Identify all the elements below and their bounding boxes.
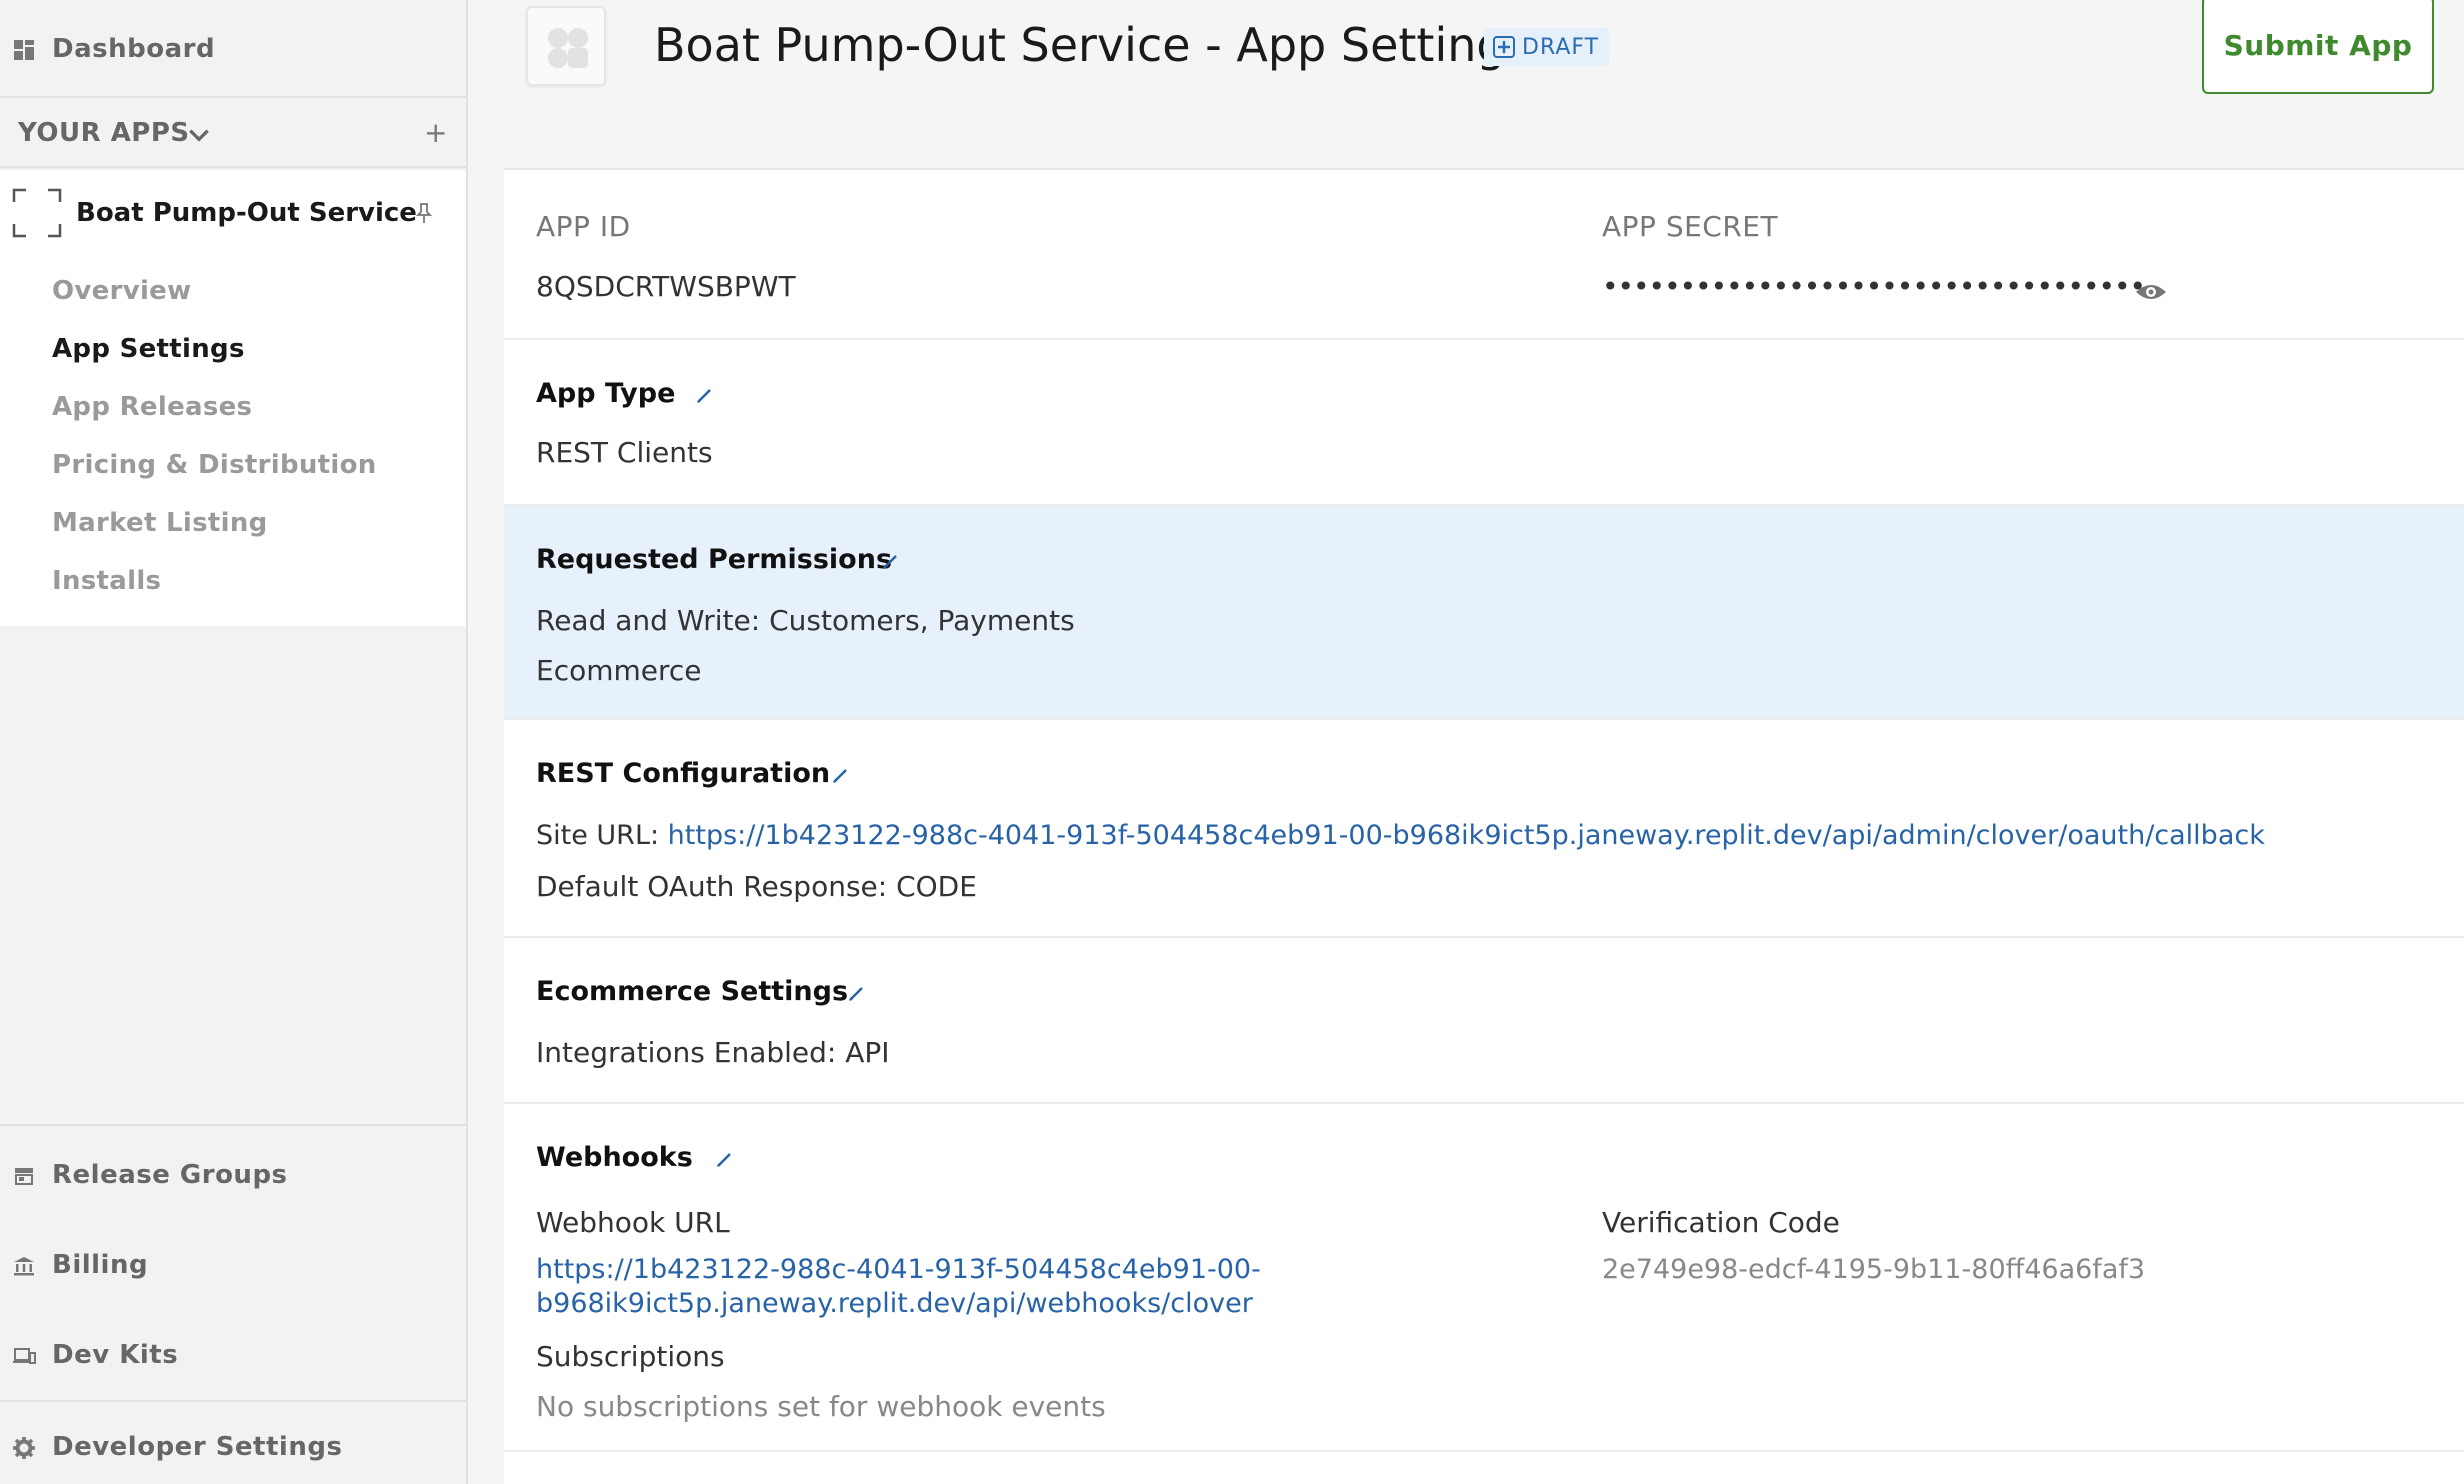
- edit-icon[interactable]: [714, 1148, 736, 1170]
- submit-app-button[interactable]: Submit App: [2202, 0, 2434, 94]
- app-id-label: APP ID: [536, 210, 631, 243]
- app-type-section: App Type REST Clients: [504, 340, 2464, 506]
- app-logo-icon: [548, 28, 588, 68]
- page-header: Boat Pump-Out Service - App Settings DRA…: [504, 0, 2464, 168]
- webhook-url-link-line-1[interactable]: https://1b423122-988c-4041-913f-504458c4…: [536, 1254, 1261, 1285]
- sidebar-item-pricing-distribution[interactable]: Pricing & Distribution: [52, 450, 377, 480]
- draft-plus-icon: [1493, 36, 1515, 58]
- sidebar: Dashboard YOUR APPS + Boat Pump-Out Serv…: [0, 0, 468, 1484]
- sidebar-item-label: Developer Settings: [52, 1432, 343, 1462]
- webhooks-title: Webhooks: [536, 1142, 693, 1173]
- site-url-link[interactable]: https://1b423122-988c-4041-913f-504458c4…: [668, 820, 2265, 851]
- permissions-section: Requested Permissions Read and Write: Cu…: [504, 506, 2464, 720]
- permissions-line-1: Read and Write: Customers, Payments: [536, 604, 1075, 637]
- edit-icon[interactable]: [694, 384, 716, 406]
- page-title: Boat Pump-Out Service - App Settings: [654, 18, 1530, 72]
- sidebar-item-label: Dashboard: [52, 34, 216, 64]
- rest-config-section: REST Configuration Site URL: https://1b4…: [504, 720, 2464, 938]
- app-type-title: App Type: [536, 378, 676, 409]
- sidebar-item-overview[interactable]: Overview: [52, 276, 191, 306]
- site-url-row: Site URL: https://1b423122-988c-4041-913…: [536, 820, 2265, 851]
- settings-card: APP ID 8QSDCRTWSBPWT APP SECRET ••••••••…: [504, 168, 2464, 1484]
- sidebar-item-market-listing[interactable]: Market Listing: [52, 508, 268, 538]
- devices-icon: [13, 1348, 36, 1364]
- app-secret-value: •••••••••••••••••••••••••••••••••••: [1602, 270, 2146, 303]
- sidebar-item-app-settings[interactable]: App Settings: [52, 334, 245, 364]
- permissions-line-2: Ecommerce: [536, 654, 702, 687]
- app-secret-label: APP SECRET: [1602, 210, 1779, 243]
- sidebar-item-label: Release Groups: [52, 1160, 288, 1190]
- app-panel: Boat Pump-Out Service Overview App Setti…: [0, 170, 466, 626]
- sidebar-app-name[interactable]: Boat Pump-Out Service: [76, 198, 417, 228]
- sidebar-item-billing[interactable]: Billing: [0, 1230, 466, 1300]
- sidebar-item-label: Dev Kits: [52, 1340, 179, 1370]
- ecommerce-section: Ecommerce Settings Integrations Enabled:…: [504, 938, 2464, 1104]
- add-app-button[interactable]: +: [424, 116, 447, 149]
- page: Dashboard YOUR APPS + Boat Pump-Out Serv…: [0, 0, 2464, 1484]
- webhooks-section: Webhooks Webhook URL https://1b423122-98…: [504, 1104, 2464, 1452]
- sidebar-divider: [0, 1400, 466, 1402]
- draft-badge-label: DRAFT: [1522, 34, 1600, 60]
- bank-icon: [14, 1257, 34, 1276]
- subscriptions-label: Subscriptions: [536, 1340, 725, 1373]
- permissions-title: Requested Permissions: [536, 544, 893, 575]
- sidebar-item-installs[interactable]: Installs: [52, 566, 161, 596]
- app-type-value: REST Clients: [536, 436, 713, 469]
- webhook-url-label: Webhook URL: [536, 1206, 730, 1239]
- gear-icon: [13, 1437, 35, 1459]
- store-icon: [15, 1168, 33, 1185]
- webhook-url-link-line-2[interactable]: b968ik9ict5p.janeway.replit.dev/api/webh…: [536, 1288, 1253, 1319]
- draft-badge: DRAFT: [1484, 28, 1610, 66]
- rest-config-title: REST Configuration: [536, 758, 831, 789]
- pin-icon[interactable]: [414, 202, 434, 224]
- sidebar-item-label: Billing: [52, 1250, 149, 1280]
- credentials-section: APP ID 8QSDCRTWSBPWT APP SECRET ••••••••…: [504, 170, 2464, 340]
- edit-icon[interactable]: [846, 982, 868, 1004]
- sidebar-item-developer-settings[interactable]: Developer Settings: [0, 1412, 466, 1482]
- site-url-label: Site URL:: [536, 820, 668, 851]
- sidebar-item-dev-kits[interactable]: Dev Kits: [0, 1320, 466, 1390]
- ecommerce-value: Integrations Enabled: API: [536, 1036, 890, 1069]
- verification-code-label: Verification Code: [1602, 1206, 1840, 1239]
- app-logo: [526, 6, 606, 86]
- oauth-response: Default OAuth Response: CODE: [536, 870, 977, 903]
- dashboard-icon: [14, 40, 34, 60]
- sidebar-divider: [0, 1124, 466, 1126]
- sidebar-item-dashboard[interactable]: Dashboard: [0, 0, 466, 98]
- chevron-down-icon[interactable]: [186, 122, 212, 148]
- verification-code-value: 2e749e98-edcf-4195-9b11-80ff46a6faf3: [1602, 1254, 2146, 1285]
- your-apps-toggle[interactable]: YOUR APPS: [18, 118, 190, 148]
- eye-icon[interactable]: [2134, 280, 2168, 304]
- app-placeholder-icon: [12, 188, 62, 238]
- subscriptions-value: No subscriptions set for webhook events: [536, 1390, 1106, 1423]
- your-apps-header: YOUR APPS +: [0, 100, 466, 168]
- sidebar-item-release-groups[interactable]: Release Groups: [0, 1140, 466, 1210]
- ecommerce-title: Ecommerce Settings: [536, 976, 849, 1007]
- sidebar-item-app-releases[interactable]: App Releases: [52, 392, 252, 422]
- edit-icon[interactable]: [880, 550, 902, 572]
- app-id-value: 8QSDCRTWSBPWT: [536, 270, 796, 303]
- edit-icon[interactable]: [830, 764, 852, 786]
